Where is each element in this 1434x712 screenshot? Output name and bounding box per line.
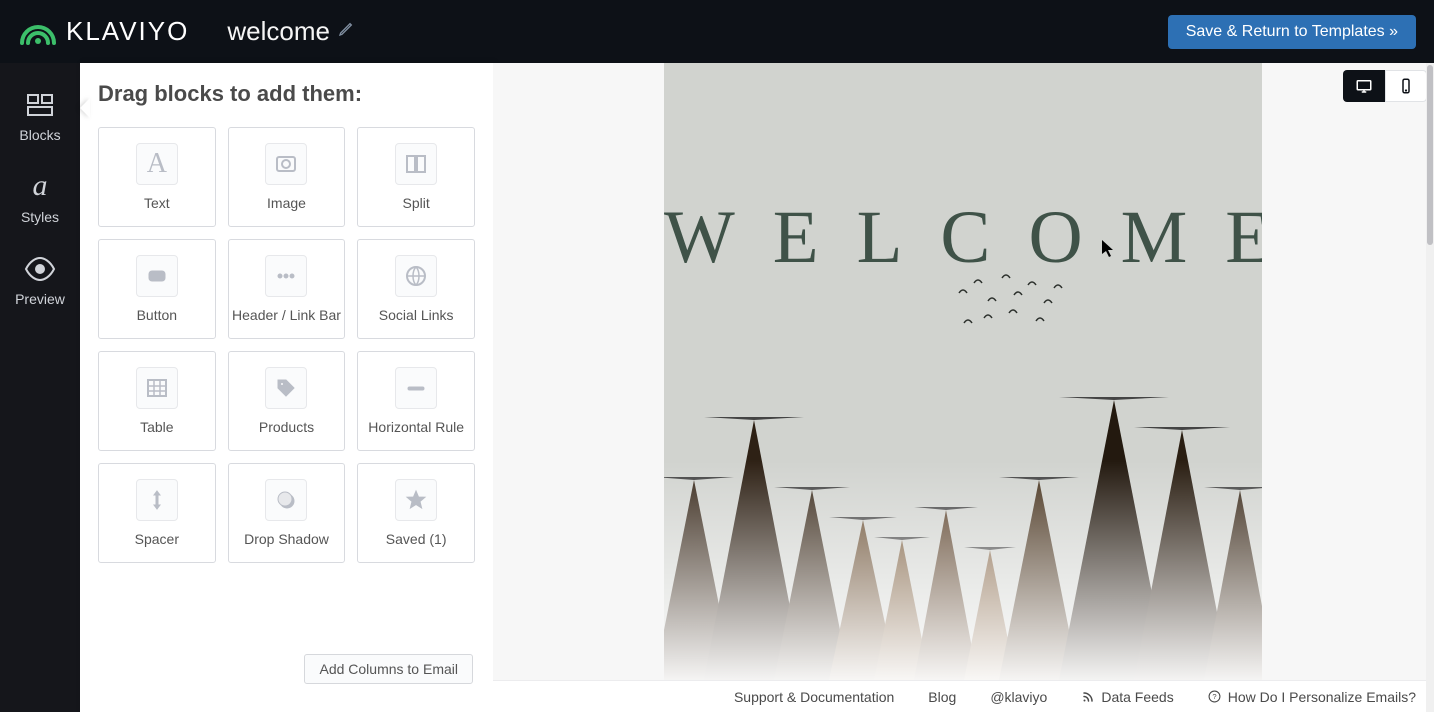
block-table-label: Table xyxy=(140,419,173,435)
block-button-label: Button xyxy=(137,307,177,323)
block-header-link-bar[interactable]: Header / Link Bar xyxy=(228,239,346,339)
table-icon xyxy=(145,376,169,400)
panel-pointer-icon xyxy=(80,98,90,118)
email-preview[interactable]: WELCOME xyxy=(664,63,1262,680)
block-saved-label: Saved (1) xyxy=(386,531,447,547)
svg-text:?: ? xyxy=(1213,692,1217,701)
save-return-button[interactable]: Save & Return to Templates » xyxy=(1168,15,1416,49)
footer-bar: Support & Documentation Blog @klaviyo Da… xyxy=(493,680,1434,712)
rss-icon xyxy=(1081,690,1095,704)
add-columns-button[interactable]: Add Columns to Email xyxy=(304,654,473,684)
split-icon xyxy=(404,152,428,176)
block-social-links[interactable]: Social Links xyxy=(357,239,475,339)
block-social-links-label: Social Links xyxy=(379,307,454,323)
block-saved[interactable]: Saved (1) xyxy=(357,463,475,563)
block-drop-shadow-label: Drop Shadow xyxy=(244,531,329,547)
nav-blocks-label: Blocks xyxy=(19,127,60,143)
block-split-label: Split xyxy=(403,195,430,211)
block-text-label: Text xyxy=(144,195,170,211)
nav-styles-label: Styles xyxy=(21,209,59,225)
brand-logo[interactable]: KLAVIYO xyxy=(18,16,189,47)
desktop-icon xyxy=(1355,77,1373,95)
block-text[interactable]: A Text xyxy=(98,127,216,227)
block-split[interactable]: Split xyxy=(357,127,475,227)
nav-blocks[interactable]: Blocks xyxy=(19,89,60,143)
block-header-link-bar-label: Header / Link Bar xyxy=(232,307,341,323)
image-icon xyxy=(274,152,298,176)
nav-styles[interactable]: a Styles xyxy=(21,171,59,225)
nav-preview[interactable]: Preview xyxy=(15,253,65,307)
edit-title-icon[interactable] xyxy=(338,21,354,42)
footer-twitter-link[interactable]: @klaviyo xyxy=(990,689,1047,705)
block-image[interactable]: Image xyxy=(228,127,346,227)
panel-heading: Drag blocks to add them: xyxy=(98,81,483,107)
header-link-bar-icon xyxy=(274,264,298,288)
horizontal-rule-icon xyxy=(404,376,428,400)
forest-illustration xyxy=(664,370,1262,680)
block-products[interactable]: Products xyxy=(228,351,346,451)
scrollbar-thumb[interactable] xyxy=(1427,65,1433,245)
nav-preview-label: Preview xyxy=(15,291,65,307)
desktop-view-button[interactable] xyxy=(1343,70,1385,102)
footer-personalize-link[interactable]: ? How Do I Personalize Emails? xyxy=(1208,689,1416,705)
block-products-label: Products xyxy=(259,419,314,435)
block-spacer-label: Spacer xyxy=(135,531,179,547)
help-icon: ? xyxy=(1208,690,1222,704)
scrollbar[interactable] xyxy=(1426,63,1434,712)
footer-support-link[interactable]: Support & Documentation xyxy=(734,689,894,705)
products-icon xyxy=(274,376,298,400)
left-sidebar: Blocks a Styles Preview xyxy=(0,63,80,712)
button-icon xyxy=(145,264,169,288)
block-table[interactable]: Table xyxy=(98,351,216,451)
birds-illustration xyxy=(954,263,1074,353)
block-horizontal-rule-label: Horizontal Rule xyxy=(368,419,464,435)
footer-personalize-label: How Do I Personalize Emails? xyxy=(1228,689,1416,705)
block-spacer[interactable]: Spacer xyxy=(98,463,216,563)
brand-text: KLAVIYO xyxy=(66,16,189,47)
blocks-icon xyxy=(24,89,56,121)
spacer-icon xyxy=(145,488,169,512)
footer-data-feeds-label: Data Feeds xyxy=(1101,689,1173,705)
preview-icon xyxy=(24,253,56,285)
block-drop-shadow[interactable]: Drop Shadow xyxy=(228,463,346,563)
text-icon: A xyxy=(147,148,167,180)
block-button[interactable]: Button xyxy=(98,239,216,339)
template-title: welcome xyxy=(227,16,330,47)
mobile-icon xyxy=(1397,77,1415,95)
blocks-panel: Drag blocks to add them: A Text Image Sp… xyxy=(80,63,493,712)
footer-blog-link[interactable]: Blog xyxy=(928,689,956,705)
saved-icon xyxy=(404,488,428,512)
footer-data-feeds-link[interactable]: Data Feeds xyxy=(1081,689,1173,705)
klaviyo-mark-icon xyxy=(18,17,58,47)
drop-shadow-icon xyxy=(274,488,298,512)
mobile-view-button[interactable] xyxy=(1385,70,1427,102)
editor-canvas[interactable]: WELCOME xyxy=(493,63,1434,712)
styles-icon: a xyxy=(24,171,56,203)
social-links-icon xyxy=(404,264,428,288)
block-horizontal-rule[interactable]: Horizontal Rule xyxy=(357,351,475,451)
device-preview-toggle xyxy=(1343,70,1427,102)
block-image-label: Image xyxy=(267,195,306,211)
